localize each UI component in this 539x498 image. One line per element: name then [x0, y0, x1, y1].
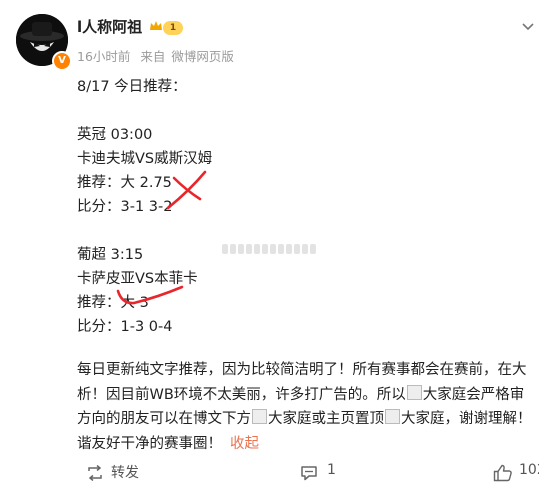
paragraph-line-3-a: 方向的朋友可以在博文下方 [77, 411, 251, 427]
match1-teams: 卡迪夫城VS威斯汉姆 [77, 151, 213, 167]
paragraph-line-2: 析！因目前WB环境不太美丽，许多打广告的。所以 大家庭会严格审 [77, 383, 532, 408]
match2-league-time: 葡超 3:15 [77, 247, 144, 263]
match2-score: 比分：1-3 0-4 [77, 319, 173, 335]
paragraph-line-2-b: 大家庭会严格审 [422, 386, 525, 403]
collapse-link[interactable]: 收起 [230, 436, 259, 452]
source-prefix: 来自 [140, 49, 166, 64]
censor-icon [406, 384, 422, 400]
post-paragraph: 每日更新纯文字推荐，因为比较简洁明了！所有赛事都会在赛前，在大 析！因目前WB环… [77, 358, 532, 456]
match1-pick: 推荐：大 2.75 [77, 175, 172, 191]
match2-teams: 卡萨皮亚VS本菲卡 [77, 271, 198, 287]
censor-icon [252, 409, 267, 424]
crown-icon [150, 21, 162, 30]
paragraph-line-4: 谐友好干净的赛事圈！ 收起 [77, 432, 532, 457]
comment-count[interactable]: 1 [327, 462, 336, 478]
comment-icon[interactable] [300, 465, 318, 481]
post-source: 微博网页版 [171, 49, 234, 64]
author-name[interactable]: l人称阿祖 [77, 16, 142, 37]
paragraph-line-3-c: 大家庭，谢谢理解！ [401, 411, 532, 427]
like-count[interactable]: 102 [519, 462, 539, 478]
censor-icon [385, 409, 400, 424]
level-badge: 1 [163, 21, 183, 35]
match1-league-time: 英冠 03:00 [77, 127, 153, 143]
like-icon[interactable] [493, 464, 513, 482]
repost-label[interactable]: 转发 [111, 462, 139, 482]
paragraph-line-4-text: 谐友好干净的赛事圈！ [77, 435, 222, 452]
match2-pick: 推荐：大 3 [77, 295, 149, 311]
verified-badge: V [52, 51, 72, 71]
repost-icon[interactable] [86, 465, 104, 481]
weibo-post: V l人称阿祖 1 16小时前 来自 微博网页版 8/17 今日推荐： 英冠 0… [0, 0, 539, 498]
post-meta: 16小时前 来自 微博网页版 [77, 46, 240, 65]
date-line: 8/17 今日推荐： [77, 79, 187, 95]
match1-score: 比分：3-1 3-2 [77, 199, 173, 215]
cross-mark-stroke-1 [172, 176, 202, 201]
paragraph-line-3: 方向的朋友可以在博文下方 大家庭或主页置顶 大家庭，谢谢理解！ [77, 407, 532, 432]
paragraph-line-1: 每日更新纯文字推荐，因为比较简洁明了！所有赛事都会在赛前，在大 [77, 362, 527, 378]
post-time[interactable]: 16小时前 [77, 49, 130, 64]
blurred-text [222, 244, 318, 256]
paragraph-line-2-a: 析！因目前WB环境不太美丽，许多打广告的。所以 [77, 386, 406, 403]
cross-mark-stroke-2 [166, 170, 207, 210]
paragraph-line-3-b: 大家庭或主页置顶 [268, 411, 384, 427]
more-icon[interactable] [520, 18, 536, 34]
